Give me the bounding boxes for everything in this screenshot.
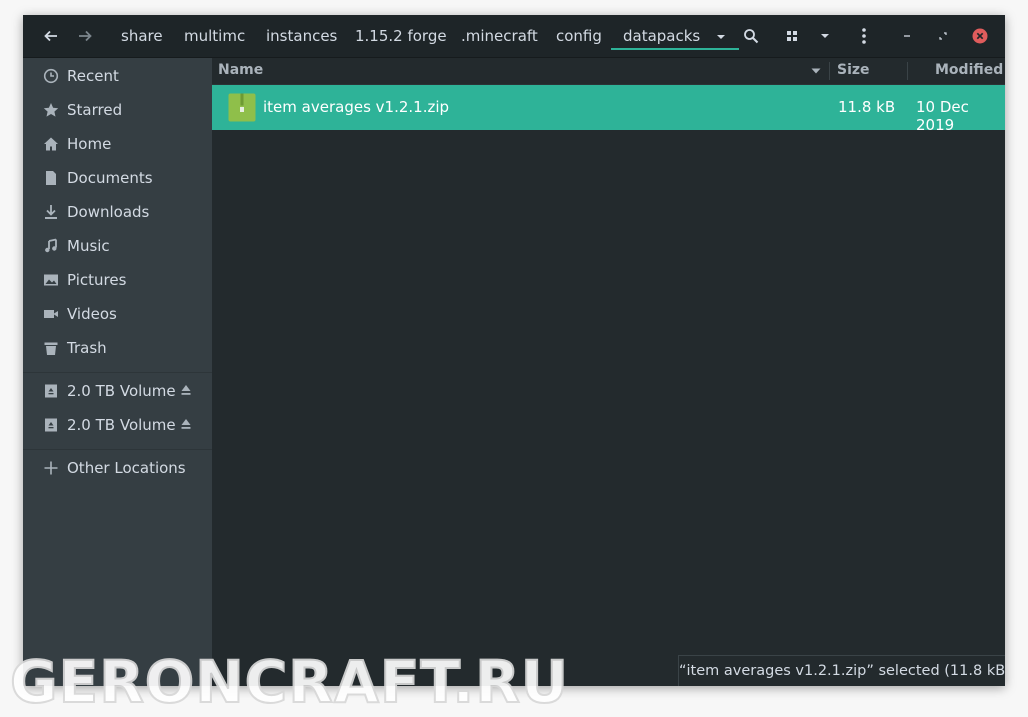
file-row[interactable]: item averages v1.2.1.zip 11.8 kB 10 Dec … [212,85,1005,134]
breadcrumb-multimc[interactable]: multimc [184,15,245,57]
sidebar-item-volume-1[interactable]: 2.0 TB Volume [23,374,212,408]
file-manager-window: share multimc instances 1.15.2 forge .mi… [23,15,1005,686]
zip-archive-icon [228,93,256,122]
view-options-button[interactable] [815,15,835,57]
arrow-right-icon [79,30,92,42]
eject-icon[interactable] [180,417,192,431]
drive-icon [45,384,57,398]
sidebar-item-label: 2.0 TB Volume [67,382,176,400]
sidebar-item-label: Videos [67,305,117,323]
sidebar-divider [23,449,212,450]
selection-status: “item averages v1.2.1.zip” selected (11.… [678,655,1005,686]
clock-icon [43,68,59,84]
forward-button[interactable] [73,15,97,57]
sidebar-item-starred[interactable]: Starred [23,93,212,127]
back-button[interactable] [39,15,63,57]
kebab-menu-icon [862,28,866,44]
sidebar-item-label: Trash [67,339,107,357]
breadcrumb-datapacks[interactable]: datapacks [611,15,740,50]
file-modified: 10 Dec 2019 [916,98,969,134]
sidebar-item-music[interactable]: Music [23,229,212,263]
arrow-left-icon [44,30,57,42]
sidebar-item-pictures[interactable]: Pictures [23,263,212,297]
video-camera-icon [44,310,58,318]
sidebar-item-label: Recent [67,67,119,85]
sidebar-item-volume-2[interactable]: 2.0 TB Volume [23,408,212,442]
breadcrumb-1-15-2-forge[interactable]: 1.15.2 forge [355,15,447,57]
caret-down-icon [717,34,726,39]
caret-down-icon [821,34,829,38]
sidebar: Recent Starred Home Documents Downloads … [23,58,212,686]
sidebar-item-label: Documents [67,169,153,187]
maximize-icon [939,32,947,40]
breadcrumb-instances[interactable]: instances [266,15,337,57]
watermark-text: GERONCRAFT.RU [9,647,570,717]
minimize-button[interactable] [897,15,917,57]
sidebar-item-label: Other Locations [67,459,186,477]
file-name: item averages v1.2.1.zip [263,98,450,116]
document-icon [46,171,56,185]
sort-descending-icon[interactable] [810,65,822,77]
sidebar-item-home[interactable]: Home [23,127,212,161]
file-size: 11.8 kB [838,98,896,116]
search-button[interactable] [739,15,763,57]
breadcrumb-share[interactable]: share [121,15,163,57]
column-header-name[interactable]: Name [218,62,263,78]
sidebar-item-downloads[interactable]: Downloads [23,195,212,229]
download-icon [45,205,57,219]
sidebar-item-label: Starred [67,101,123,119]
sidebar-item-label: Home [67,135,112,153]
sidebar-item-label: 2.0 TB Volume [67,416,176,434]
search-icon [744,29,759,44]
sidebar-item-label: Downloads [67,203,150,221]
sidebar-item-recent[interactable]: Recent [23,59,212,93]
sidebar-divider [23,372,212,373]
picture-icon [44,274,58,286]
sidebar-item-trash[interactable]: Trash [23,331,212,365]
sidebar-item-other-locations[interactable]: Other Locations [23,451,212,485]
header-bar: share multimc instances 1.15.2 forge .mi… [23,15,1005,58]
sidebar-item-label: Pictures [67,271,127,289]
drive-icon [45,418,57,432]
home-icon [44,137,58,151]
trash-icon [44,342,58,355]
star-icon [43,103,59,117]
grid-view-icon [787,31,797,41]
sidebar-item-label: Music [67,237,110,255]
music-note-icon [45,238,57,253]
column-divider [829,62,830,80]
sidebar-item-documents[interactable]: Documents [23,161,212,195]
column-header-bar: Name Size Modified [212,58,1005,85]
view-toggle-button[interactable] [781,15,803,57]
maximize-button[interactable] [933,15,953,57]
breadcrumb-config[interactable]: config [556,15,602,57]
column-header-size[interactable]: Size [837,62,870,78]
minimize-icon [904,35,910,37]
breadcrumb-minecraft[interactable]: .minecraft [461,15,538,57]
close-icon [972,28,988,44]
column-divider [907,62,908,80]
close-button[interactable] [969,15,991,57]
menu-button[interactable] [853,15,875,57]
column-header-modified[interactable]: Modified [935,62,1003,78]
breadcrumb-datapacks-label: datapacks [623,27,701,45]
plus-icon [44,461,58,475]
eject-icon[interactable] [180,383,192,397]
sidebar-item-videos[interactable]: Videos [23,297,212,331]
